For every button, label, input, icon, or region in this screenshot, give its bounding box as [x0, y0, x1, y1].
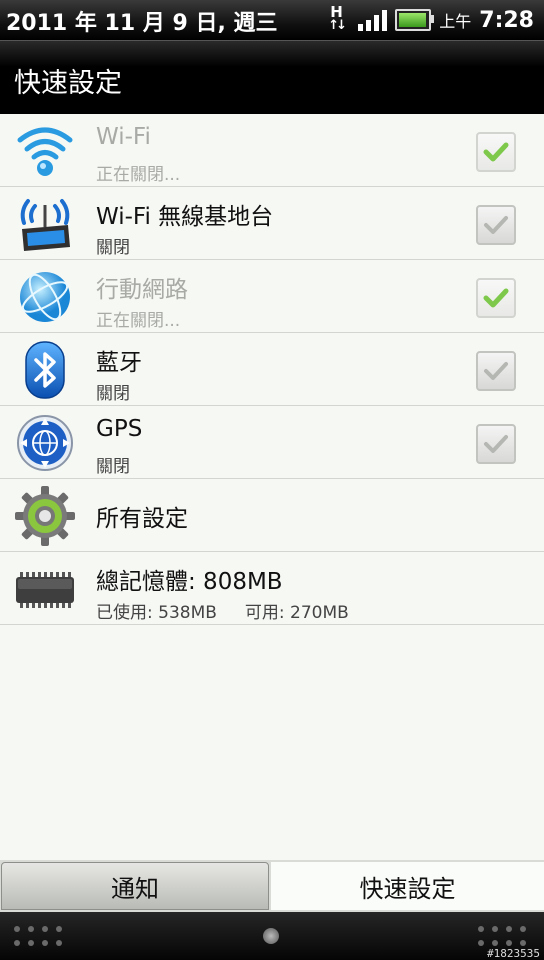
bluetooth-checkbox[interactable]: [476, 351, 516, 391]
memory-row[interactable]: 總記憶體: 808MB 已使用: 538MB 可用: 270MB: [0, 552, 544, 625]
memory-usage: 已使用: 538MB 可用: 270MB: [96, 598, 349, 623]
status-date: 2011 年 11 月 9 日, 週三: [6, 11, 278, 36]
gps-icon: [17, 415, 73, 471]
wifi-title: Wi-Fi: [96, 124, 151, 150]
status-ampm: 上午: [439, 12, 472, 31]
wifi-status: 正在關閉...: [96, 165, 181, 185]
status-indicators: H ↑↓ 上午 7:28: [328, 3, 534, 36]
battery-icon: [395, 9, 435, 31]
memory-used: 已使用: 538MB: [96, 603, 217, 623]
grip-dots-left-icon: [14, 926, 62, 946]
panel-header: 快速設定: [0, 40, 544, 115]
bluetooth-row[interactable]: 藍牙 關閉: [0, 333, 544, 406]
memory-chip-icon: [16, 572, 74, 608]
mobile-network-title: 行動網路: [96, 277, 188, 303]
bluetooth-icon: [25, 341, 65, 399]
watermark: #1823535: [487, 947, 540, 960]
settings-gear-icon: [15, 486, 75, 546]
signal-strength-icon: [358, 9, 388, 31]
memory-available: 可用: 270MB: [244, 603, 349, 623]
tab-quick-settings[interactable]: 快速設定: [271, 862, 544, 910]
gps-title: GPS: [96, 416, 143, 442]
wifi-hotspot-icon: [20, 199, 70, 251]
wifi-hotspot-title: Wi-Fi 無線基地台: [96, 204, 274, 230]
tab-bar: 通知 快速設定: [0, 860, 544, 912]
gps-row[interactable]: GPS 關閉: [0, 406, 544, 479]
wifi-hotspot-row[interactable]: Wi-Fi 無線基地台 關閉: [0, 187, 544, 260]
memory-total: 總記憶體: 808MB: [96, 569, 283, 595]
status-time: 7:28: [479, 7, 534, 33]
bluetooth-title: 藍牙: [96, 350, 142, 376]
tab-notifications[interactable]: 通知: [1, 862, 269, 910]
mobile-network-checkbox[interactable]: [476, 278, 516, 318]
hspa-data-icon: H ↑↓: [328, 3, 347, 33]
grip-dots-right-icon: [478, 926, 526, 946]
wifi-hotspot-status: 關閉: [96, 238, 130, 258]
page-title: 快速設定: [14, 68, 122, 99]
bluetooth-status: 關閉: [96, 384, 130, 404]
all-settings-row[interactable]: 所有設定: [0, 479, 544, 552]
status-bar: 2011 年 11 月 9 日, 週三 H ↑↓ 上午 7:28: [0, 0, 544, 40]
wifi-icon: [17, 127, 73, 176]
quick-settings-list: Wi-Fi 正在關閉... Wi-Fi 無線基地台 關閉 行動網路 正在關閉..…: [0, 114, 544, 860]
mobile-network-row[interactable]: 行動網路 正在關閉...: [0, 260, 544, 333]
mobile-network-globe-icon: [20, 272, 70, 322]
gps-status: 關閉: [96, 457, 130, 477]
wifi-checkbox[interactable]: [476, 132, 516, 172]
mobile-network-status: 正在關閉...: [96, 311, 181, 331]
panel-handle-bar[interactable]: #1823535: [0, 912, 544, 960]
gps-checkbox[interactable]: [476, 424, 516, 464]
handle-knob-icon[interactable]: [263, 928, 279, 944]
wifi-hotspot-checkbox[interactable]: [476, 205, 516, 245]
all-settings-title: 所有設定: [96, 506, 188, 532]
wifi-row[interactable]: Wi-Fi 正在關閉...: [0, 114, 544, 187]
